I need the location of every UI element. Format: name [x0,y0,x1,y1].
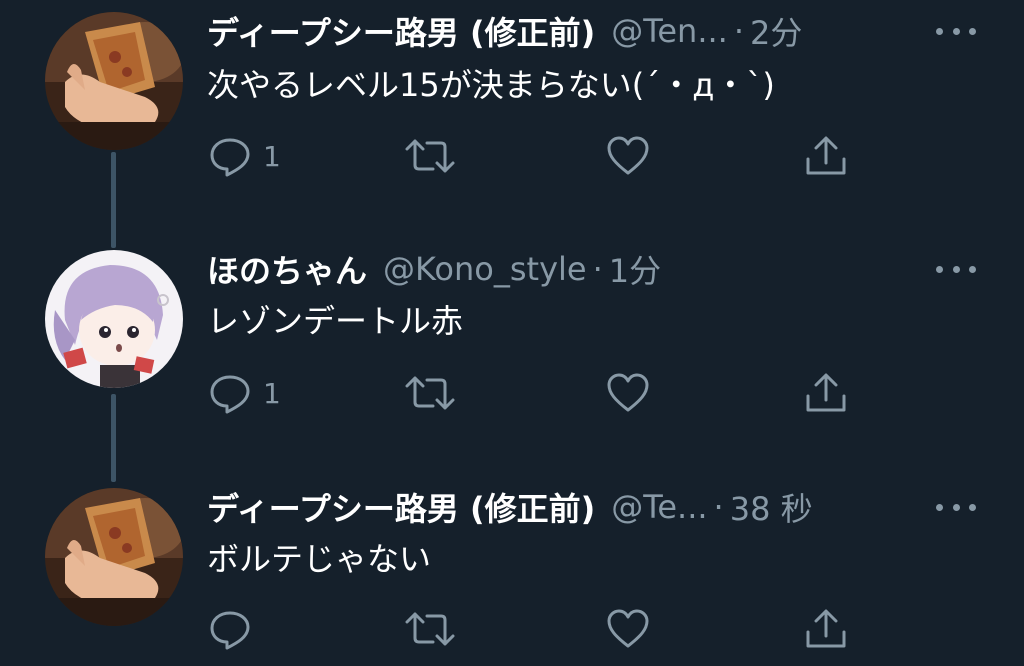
tweet[interactable]: ディープシー路男 (修正前) @Ten... · 2分 次やるレベル15が決まら… [0,0,1024,240]
reply-icon [210,375,250,414]
tweet-text: ボルテじゃない [207,540,432,578]
tweet-actions: 1 [207,133,867,179]
like-button[interactable] [605,370,651,416]
separator-dot: · [733,12,744,50]
avatar[interactable] [45,12,183,150]
tweet-text: レゾンデートル赤 [207,302,464,340]
more-options-icon[interactable] [936,492,976,522]
tweet-header: ほのちゃん @Kono_style · 1分 [207,246,944,292]
user-handle[interactable]: @Kono_style [383,250,587,288]
tweet-text: 次やるレベル15が決まらない(´・д・`) [207,66,775,104]
reply-count: 1 [263,376,281,410]
reply-button[interactable] [207,606,263,652]
display-name[interactable]: ほのちゃん [207,246,367,292]
retweet-icon [405,376,455,410]
tweet-actions [207,606,867,652]
tweet-header: ディープシー路男 (修正前) @Ten... · 2分 [207,8,944,54]
tweet-thread: ディープシー路男 (修正前) @Ten... · 2分 次やるレベル15が決まら… [0,0,1024,666]
tweet-actions: 1 [207,370,867,416]
tweet-header: ディープシー路男 (修正前) @Te... · 38 秒 [207,484,944,530]
reply-icon [210,611,250,650]
more-options-icon[interactable] [936,16,976,46]
like-icon [607,609,649,648]
like-icon [607,136,649,175]
user-handle[interactable]: @Ten... [611,12,728,50]
retweet-button[interactable] [403,370,457,416]
avatar[interactable] [45,250,183,388]
retweet-icon [405,139,455,173]
reply-icon [210,138,250,177]
more-options-icon[interactable] [936,254,976,284]
like-button[interactable] [605,133,651,179]
like-icon [607,373,649,412]
share-icon [806,609,846,648]
reply-button[interactable]: 1 [207,370,281,416]
timestamp[interactable]: 1分 [609,246,661,292]
retweet-icon [405,612,455,646]
separator-dot: · [713,488,724,526]
reply-count: 1 [263,139,281,173]
display-name[interactable]: ディープシー路男 (修正前) [207,8,595,54]
share-button[interactable] [803,370,849,416]
share-icon [806,136,846,175]
display-name[interactable]: ディープシー路男 (修正前) [207,484,595,530]
like-button[interactable] [605,606,651,652]
timestamp[interactable]: 38 秒 [730,484,813,530]
share-button[interactable] [803,133,849,179]
tweet[interactable]: ほのちゃん @Kono_style · 1分 レゾンデートル赤 1 [0,240,1024,480]
separator-dot: · [592,250,603,288]
retweet-button[interactable] [403,133,457,179]
avatar[interactable] [45,488,183,626]
timestamp[interactable]: 2分 [750,8,802,54]
reply-button[interactable]: 1 [207,133,281,179]
share-button[interactable] [803,606,849,652]
user-handle[interactable]: @Te... [611,488,707,526]
tweet[interactable]: ディープシー路男 (修正前) @Te... · 38 秒 ボルテじゃない [0,480,1024,666]
retweet-button[interactable] [403,606,457,652]
share-icon [806,373,846,412]
